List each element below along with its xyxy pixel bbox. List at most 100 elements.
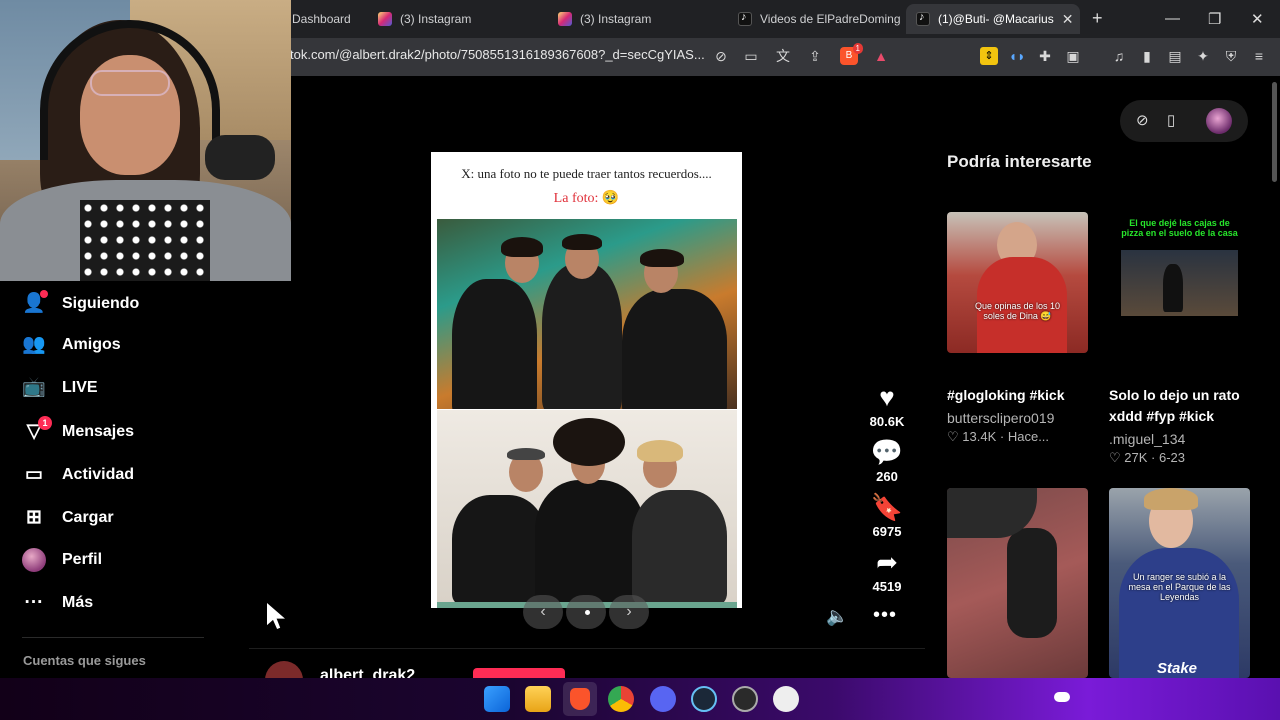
save-count: 6975: [872, 524, 902, 539]
cast-icon[interactable]: ▭: [742, 47, 760, 65]
extensions-icon[interactable]: ✚: [1036, 47, 1054, 65]
leo-ai-icon[interactable]: ✦: [1194, 47, 1212, 65]
share-icon[interactable]: ⇪: [806, 47, 824, 65]
webcam-shirt: [80, 200, 210, 281]
caption-line-1: X: una foto no te puede traer tantos rec…: [461, 166, 712, 181]
sidebar-item-live[interactable]: 📺 LIVE: [22, 376, 97, 400]
wallet-icon[interactable]: ▤: [1166, 47, 1184, 65]
brave-taskbar-slot[interactable]: [563, 682, 597, 716]
more-options-icon[interactable]: •••: [873, 604, 897, 627]
file-explorer-icon[interactable]: [525, 686, 551, 712]
group-photo-bottom: [437, 410, 737, 602]
tab-tiktok-active[interactable]: (1)@Buti- @Macarius ✕: [906, 4, 1080, 34]
discord-icon[interactable]: [650, 686, 676, 712]
new-tab-icon[interactable]: +: [1092, 8, 1103, 29]
windows-start-icon[interactable]: [484, 686, 510, 712]
sidebar-item-label: Cargar: [62, 509, 114, 526]
sidebar-icon[interactable]: ▮: [1138, 47, 1156, 65]
brave-icon: [570, 688, 590, 710]
sidebar-item-more[interactable]: ··· Más: [22, 591, 94, 615]
comment-count: 260: [876, 469, 898, 484]
menu-icon[interactable]: ≡: [1250, 47, 1268, 65]
video-overlay-text: El que dejé las cajas de pizza en el sue…: [1121, 218, 1238, 238]
close-tab-icon[interactable]: ✕: [1062, 11, 1074, 28]
windows-taskbar: [0, 678, 1280, 720]
video-caption[interactable]: Solo lo dejo un rato xddd #fyp #kick: [1109, 385, 1250, 427]
video-caption[interactable]: #glogloking #kick: [947, 385, 1088, 406]
tracking-off-icon[interactable]: ⊘: [712, 47, 730, 65]
upload-icon: ⊞: [26, 507, 42, 528]
media-icon[interactable]: ♫: [1110, 47, 1128, 65]
like-count: 80.6K: [869, 414, 905, 429]
carousel-pager: ‹ ›: [523, 595, 649, 629]
sidebar-item-friends[interactable]: 👥 Amigos: [22, 333, 121, 357]
recommended-video-1[interactable]: Que opinas de los 10 soles de Dina 😅: [947, 212, 1088, 353]
extension-yellow-icon[interactable]: ⇕: [980, 47, 998, 65]
heart-outline-icon: ♡: [1109, 450, 1121, 465]
comment-icon: 💬: [870, 437, 904, 467]
recommended-video-4[interactable]: Un ranger se subió a la mesa en el Parqu…: [1109, 488, 1250, 678]
video-meta: ♡ 13.4K · Hace...: [947, 429, 1050, 444]
url-field[interactable]: tok.com/@albert.drak2/photo/750855131618…: [290, 47, 705, 62]
steam-icon[interactable]: [691, 686, 717, 712]
share-button[interactable]: ➦ 4519: [864, 547, 910, 594]
active-photo-dot: [585, 610, 590, 615]
prev-photo-button[interactable]: ‹: [523, 595, 563, 629]
instagram-icon: [378, 12, 392, 26]
sidebar-item-activity[interactable]: ▭ Actividad: [22, 463, 134, 487]
tab-instagram-1[interactable]: (3) Instagram: [368, 4, 544, 34]
sidebar-item-label: Actividad: [62, 466, 135, 483]
sidebar-item-profile[interactable]: Perfil: [22, 548, 102, 572]
like-button[interactable]: ♥ 80.6K: [864, 382, 910, 429]
obs-icon[interactable]: [732, 686, 758, 712]
sidebar-item-label: Más: [62, 594, 94, 611]
volume-icon[interactable]: 🔈: [826, 606, 848, 627]
user-avatar[interactable]: [1206, 108, 1232, 134]
messages-icon: ▽ 1: [22, 416, 52, 444]
translate-icon[interactable]: 文: [774, 47, 792, 65]
tab-label: (3) Instagram: [580, 12, 652, 26]
screenshot-icon[interactable]: ▣: [1064, 47, 1082, 65]
chrome-icon[interactable]: [608, 686, 634, 712]
next-photo-button[interactable]: ›: [609, 595, 649, 629]
video-likes: 13.4K: [962, 429, 997, 444]
minimize-icon[interactable]: —: [1165, 10, 1180, 27]
close-window-icon[interactable]: ✕: [1251, 10, 1264, 28]
instagram-icon: [558, 12, 572, 26]
tab-label: (1)@Buti- @Macarius: [938, 12, 1054, 26]
sidebar-item-label: Perfil: [62, 551, 103, 568]
page-scrollbar[interactable]: [1272, 82, 1277, 182]
recommendations-title: Podría interesarte: [947, 152, 1092, 171]
tiktok-icon: [738, 11, 752, 26]
app-icon[interactable]: [773, 686, 799, 712]
post-image-carousel[interactable]: X: una foto no te puede traer tantos rec…: [431, 152, 742, 608]
top-right-controls: ⊘ ▯: [1120, 100, 1248, 142]
more-icon: ···: [24, 592, 44, 613]
tab-tiktok-videos[interactable]: Videos de ElPadreDoming: [728, 4, 900, 34]
tab-instagram-2[interactable]: (3) Instagram: [548, 4, 724, 34]
brave-shields-icon[interactable]: B 1: [840, 43, 863, 65]
video-author[interactable]: .miguel_134: [1109, 431, 1185, 447]
bookmark-icon: 🔖: [870, 492, 904, 522]
recommended-video-3[interactable]: [947, 488, 1088, 678]
audio-extension-icon[interactable]: ◖◗: [1008, 47, 1026, 65]
sidebar-item-following[interactable]: 👤 Siguiendo: [22, 290, 139, 316]
brave-rewards-icon[interactable]: ▲: [872, 47, 890, 65]
save-button[interactable]: 🔖 6975: [864, 492, 910, 539]
sidebar-item-upload[interactable]: ⊞ Cargar: [22, 506, 114, 530]
sidebar-item-messages[interactable]: ▽ 1 Mensajes: [22, 416, 134, 444]
tab-dashboard[interactable]: Dashboard: [282, 4, 362, 34]
tab-label: Dashboard: [292, 12, 351, 26]
coins-icon[interactable]: ⊘: [1136, 111, 1149, 129]
video-author[interactable]: buttersclipero019: [947, 410, 1054, 426]
restore-icon[interactable]: ❐: [1208, 10, 1221, 28]
microphone-icon: [205, 135, 275, 180]
post-caption-card: X: una foto no te puede traer tantos rec…: [431, 152, 742, 217]
author-bar: albert_drak2: [249, 648, 925, 699]
onedrive-icon[interactable]: [1054, 692, 1070, 702]
vpn-icon[interactable]: ⛨: [1222, 47, 1240, 65]
activity-icon: ▭: [25, 464, 43, 485]
recommended-video-2[interactable]: El que dejé las cajas de pizza en el sue…: [1109, 212, 1250, 353]
mobile-icon[interactable]: ▯: [1167, 111, 1175, 129]
comment-button[interactable]: 💬 260: [864, 437, 910, 484]
